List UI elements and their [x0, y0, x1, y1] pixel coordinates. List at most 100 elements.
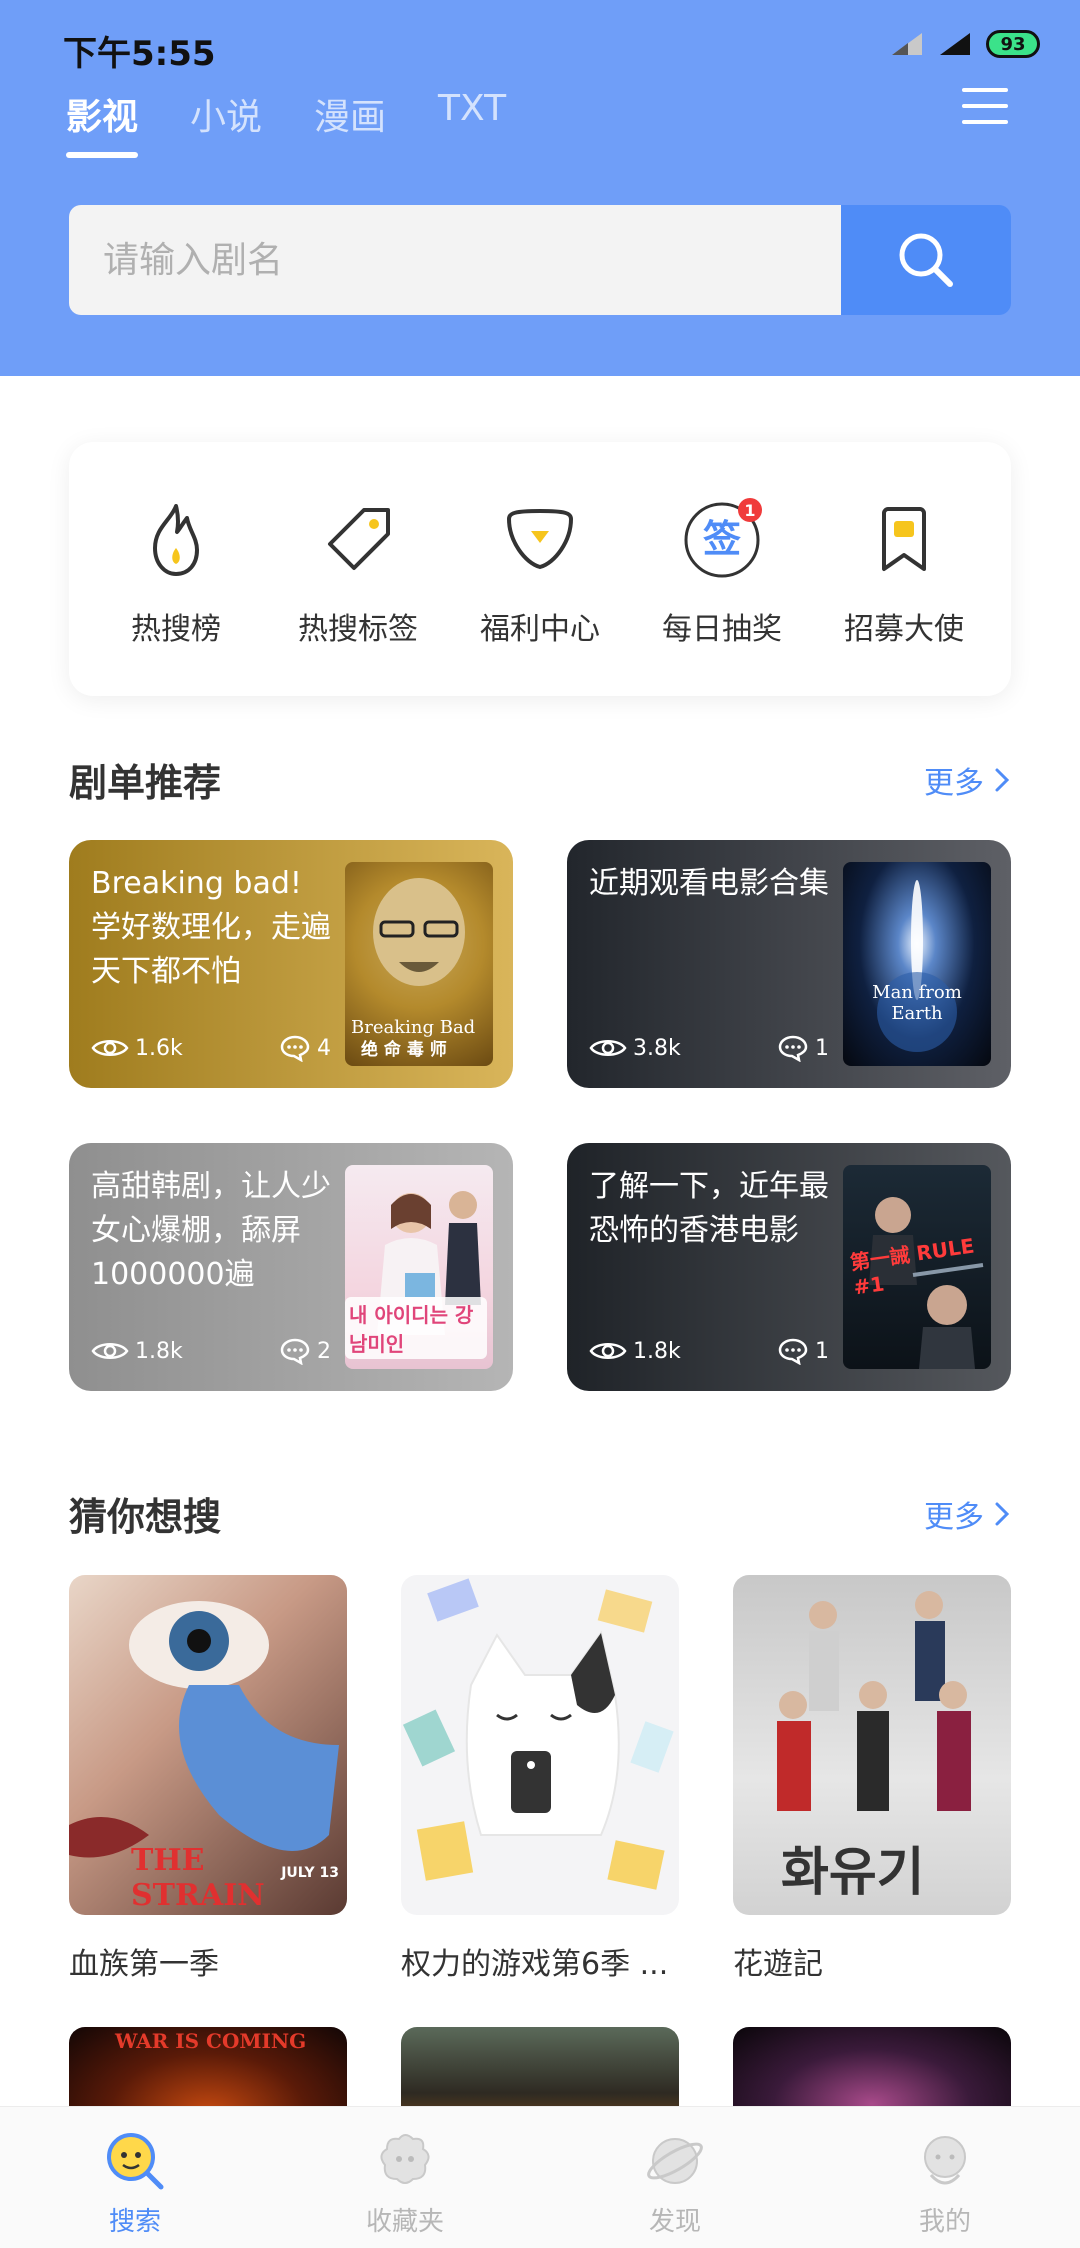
bookmark-icon	[862, 498, 946, 582]
comment-icon	[280, 1338, 310, 1365]
playlist-meta: 3.8k 1	[589, 1034, 829, 1062]
tab-video[interactable]: 影视	[66, 88, 139, 158]
playlist-title: Breaking bad! 学好数理化，走遍天下都不怕	[91, 866, 331, 989]
comment-icon	[280, 1035, 310, 1062]
status-icons: 93	[890, 30, 1040, 58]
signal-weak-icon	[892, 33, 922, 55]
sign-in-icon: 签 1	[680, 498, 764, 582]
view-count: 3.8k	[633, 1035, 681, 1061]
nav-profile[interactable]: 我的	[810, 2107, 1080, 2248]
signal-icon	[940, 33, 970, 55]
playlist-meta: 1.8k 1	[589, 1337, 829, 1365]
bottom-nav: 搜索 收藏夹 发现 我的	[0, 2106, 1080, 2248]
comment-count: 1	[815, 1338, 829, 1364]
playlist-meta: 1.8k 2	[91, 1337, 331, 1365]
playlists-section-title: 剧单推荐	[69, 761, 222, 805]
sign-in-glyph: 签	[703, 517, 741, 561]
movie-title: 花遊記	[733, 1947, 823, 1982]
poster-subtitle: 绝 命 毒 师	[361, 1040, 447, 1060]
comment-count: 1	[815, 1035, 829, 1061]
playlist-card[interactable]: 高甜韩剧，让人少女心爆棚，舔屏1000000遍 1.8k 2 내 아이디는 강남…	[69, 1143, 513, 1391]
quick-hot-tags[interactable]: 热搜标签	[273, 442, 443, 696]
quick-label: 招募大使	[844, 612, 964, 647]
header: 下午5:55 93 影视 小说 漫画 TXT	[0, 0, 1080, 376]
quick-hot-search[interactable]: 热搜榜	[91, 442, 261, 696]
playlist-card[interactable]: 近期观看电影合集 3.8k 1 Man from Earth	[567, 840, 1011, 1088]
search-bar	[69, 205, 1011, 315]
poster-title: 내 아이디는 강남미인	[345, 1297, 487, 1359]
tab-txt[interactable]: TXT	[438, 88, 506, 158]
discover-icon	[647, 2138, 703, 2184]
playlist-poster: 第一誡 RULE #1	[843, 1165, 991, 1369]
tab-comic[interactable]: 漫画	[314, 88, 386, 158]
quick-label: 热搜标签	[298, 612, 418, 647]
quick-welfare-center[interactable]: 福利中心	[455, 442, 625, 696]
favorites-icon	[380, 2134, 430, 2184]
playlist-title: 近期观看电影合集	[589, 866, 829, 901]
nav-label: 收藏夹	[365, 2207, 444, 2237]
profile-icon	[924, 2136, 966, 2185]
nav-label: 搜索	[108, 2207, 161, 2237]
nav-favorites[interactable]: 收藏夹	[270, 2107, 540, 2248]
search-input[interactable]	[69, 205, 841, 315]
playlist-poster: Breaking Bad 绝 命 毒 师	[345, 862, 493, 1066]
playlists-more-link[interactable]: 更多	[924, 758, 1010, 802]
view-count: 1.8k	[633, 1338, 681, 1364]
chevron-right-icon	[995, 1502, 1010, 1526]
playlist-poster: Man from Earth	[843, 862, 991, 1066]
search-face-icon	[107, 2133, 164, 2190]
movie-title: 血族第一季	[69, 1947, 219, 1982]
poster-title: 화유기	[781, 1843, 925, 1903]
quick-label: 福利中心	[480, 612, 600, 647]
nav-discover[interactable]: 发现	[540, 2107, 810, 2248]
movie-title: 权力的游戏第6季 ...	[401, 1947, 669, 1982]
menu-icon[interactable]	[962, 88, 1008, 124]
quick-label: 每日抽奖	[662, 612, 782, 647]
nav-label: 发现	[648, 2207, 701, 2237]
nav-label: 我的	[918, 2207, 971, 2237]
quick-recruit-ambassador[interactable]: 招募大使	[819, 442, 989, 696]
view-count: 1.6k	[135, 1035, 183, 1061]
movie-poster	[401, 1575, 679, 1915]
status-time: 下午5:55	[63, 34, 216, 74]
playlist-card[interactable]: Breaking bad! 学好数理化，走遍天下都不怕 1.6k 4 Break…	[69, 840, 513, 1088]
playlist-poster: 내 아이디는 강남미인	[345, 1165, 493, 1369]
movie-card[interactable]: 화유기 花遊記	[733, 1575, 1011, 1983]
comment-count: 4	[317, 1035, 331, 1061]
nav-search[interactable]: 搜索	[0, 2107, 270, 2248]
poster-title: WAR IS COMING	[115, 2029, 307, 2053]
quick-actions-card: 热搜榜 热搜标签 福利中心 签 1 每日抽奖 招募大使	[69, 442, 1011, 696]
poster-title: Man from Earth	[872, 982, 962, 1024]
eye-icon	[91, 1343, 129, 1359]
battery-indicator: 93	[986, 30, 1040, 58]
movie-card[interactable]: 权力的游戏第6季 ...	[401, 1575, 679, 1983]
cat-placeholder-icon	[402, 1578, 674, 1890]
playlist-meta: 1.6k 4	[91, 1034, 331, 1062]
playlist-title: 高甜韩剧，让人少女心爆棚，舔屏1000000遍	[91, 1169, 331, 1292]
eye-icon	[91, 1040, 129, 1056]
comment-icon	[778, 1338, 808, 1365]
movie-card[interactable]: THE STRAIN JULY 13 血族第一季	[69, 1575, 347, 1983]
gift-badge-icon	[498, 498, 582, 582]
search-button[interactable]	[841, 205, 1011, 315]
flame-icon	[134, 498, 218, 582]
quick-label: 热搜榜	[131, 612, 221, 647]
playlist-title: 了解一下，近年最恐怖的香港电影	[589, 1169, 829, 1248]
movie-poster: 화유기	[733, 1575, 1011, 1915]
more-label: 更多	[924, 766, 984, 801]
chevron-right-icon	[995, 768, 1010, 792]
quick-daily-lottery[interactable]: 签 1 每日抽奖	[637, 442, 807, 696]
movie-poster: THE STRAIN JULY 13	[69, 1575, 347, 1915]
guess-section-title: 猜你想搜	[69, 1495, 222, 1539]
tab-novel[interactable]: 小说	[190, 88, 262, 158]
more-label: 更多	[924, 1500, 984, 1535]
tag-icon	[316, 498, 400, 582]
status-bar: 下午5:55 93	[0, 0, 1080, 90]
poster-date: JULY 13	[281, 1865, 339, 1881]
content-tabs: 影视 小说 漫画 TXT	[66, 88, 506, 158]
playlist-card[interactable]: 了解一下，近年最恐怖的香港电影 1.8k 1 第一誡 RULE #1	[567, 1143, 1011, 1391]
comment-icon	[778, 1035, 808, 1062]
guess-more-link[interactable]: 更多	[924, 1492, 1010, 1536]
eye-icon	[589, 1343, 627, 1359]
search-icon	[899, 233, 953, 287]
